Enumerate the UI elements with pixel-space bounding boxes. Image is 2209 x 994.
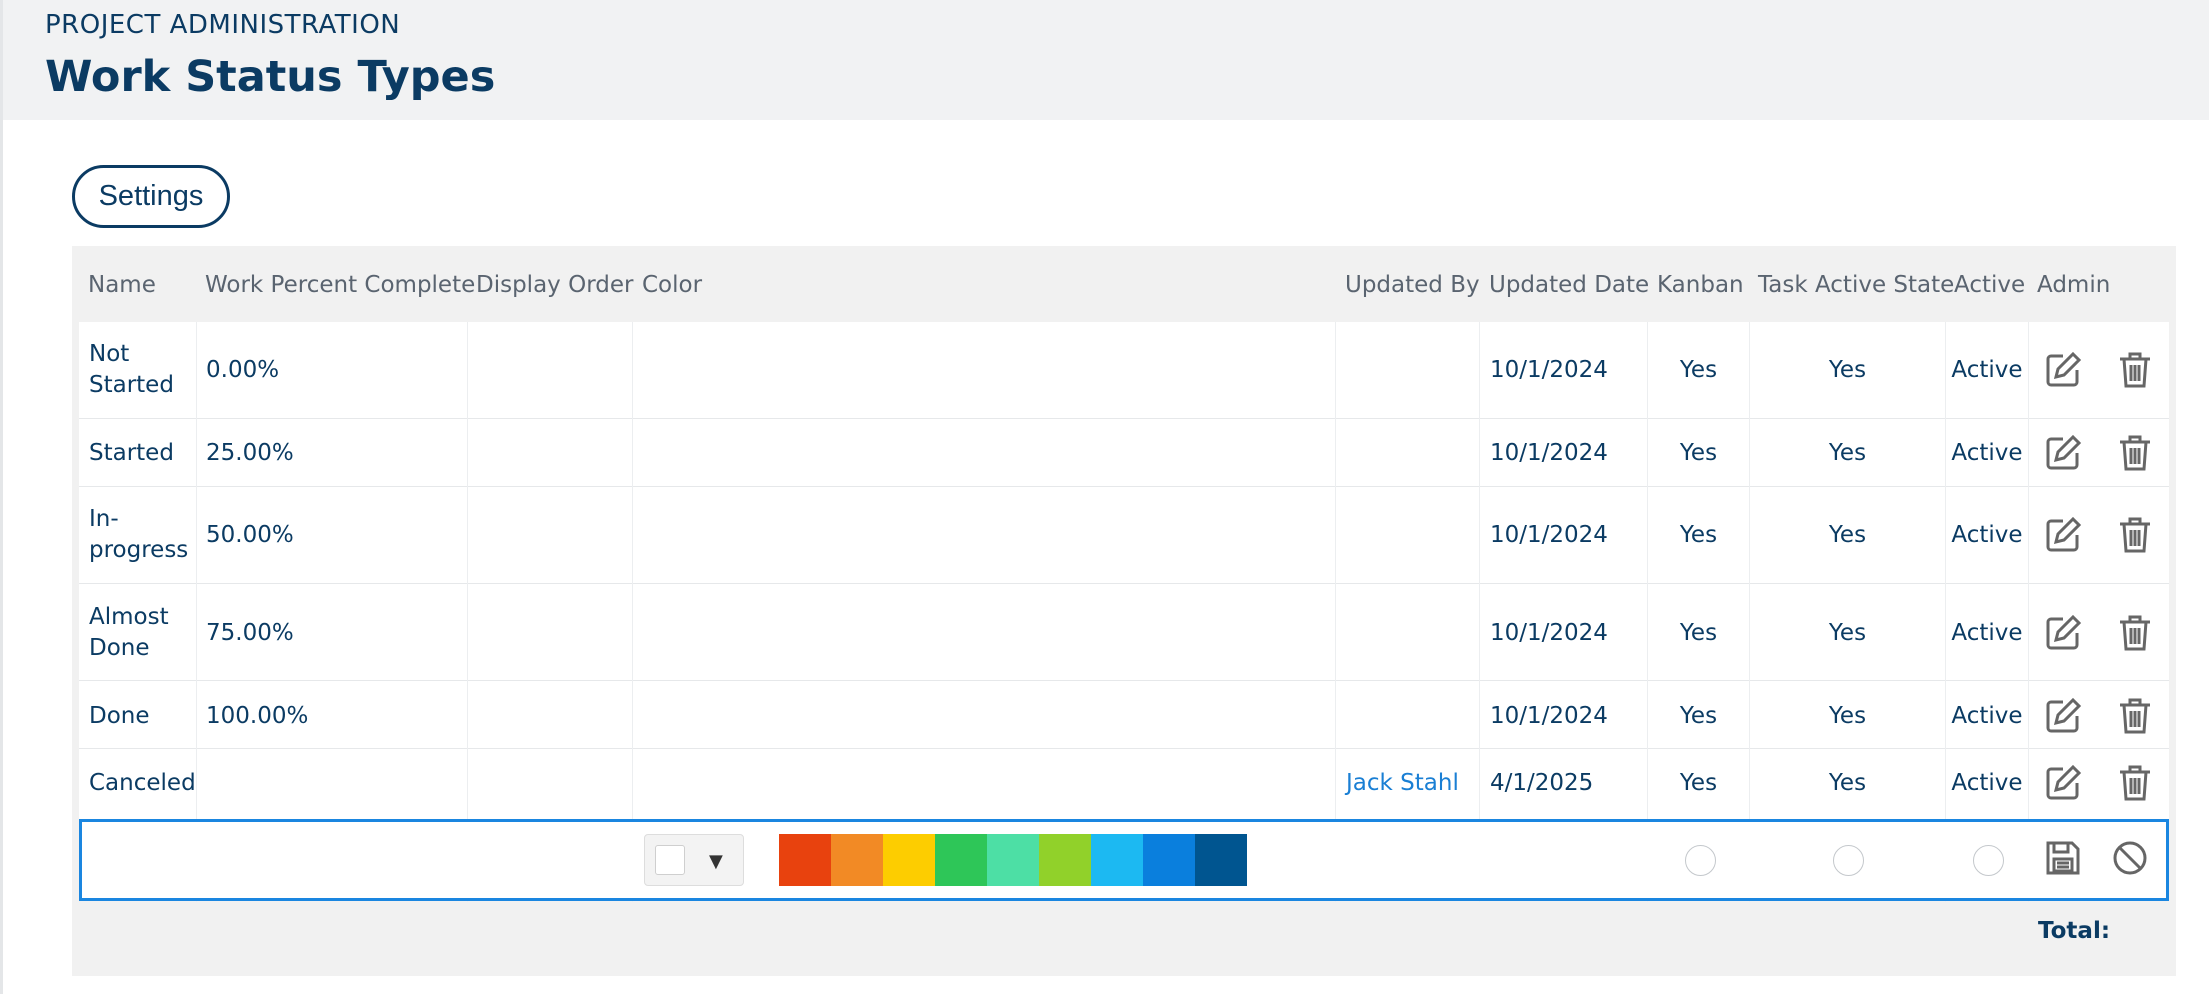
cell-name: In- progress [89, 504, 188, 566]
color-swatch[interactable] [779, 834, 831, 886]
cell-task-active: Yes [1828, 440, 1867, 466]
name-line: In- [89, 506, 119, 532]
cell-active: Active [1951, 620, 2023, 646]
cell-kanban: Yes [1679, 522, 1718, 548]
name-line: Not [89, 341, 130, 367]
cell-active: Active [1951, 440, 2023, 466]
col-header-admin: Admin [2037, 272, 2111, 298]
data-grid [79, 322, 2169, 819]
cancel-icon[interactable] [2110, 838, 2150, 878]
cell-task-active: Yes [1828, 620, 1867, 646]
edit-icon[interactable] [2043, 515, 2083, 555]
left-border [0, 120, 3, 994]
cell-percent: 75.00% [206, 620, 294, 646]
cell-percent: 100.00% [206, 703, 309, 729]
color-swatch[interactable] [1091, 834, 1143, 886]
cell-active: Active [1951, 703, 2023, 729]
trash-icon[interactable] [2115, 515, 2155, 555]
cell-percent: 0.00% [206, 357, 280, 383]
color-swatch[interactable] [1143, 834, 1195, 886]
name-line: Almost [89, 604, 169, 630]
cell-task-active: Yes [1828, 703, 1867, 729]
column-divider [1749, 322, 1750, 902]
column-divider [2028, 322, 2029, 902]
cell-name: Started [89, 440, 174, 466]
page-header: PROJECT ADMINISTRATION Work Status Types [0, 0, 2209, 120]
col-header-name[interactable]: Name [88, 272, 156, 298]
cell-updated-date: 10/1/2024 [1490, 440, 1608, 466]
column-divider [1945, 322, 1946, 902]
cell-kanban: Yes [1679, 440, 1718, 466]
cell-percent: 50.00% [206, 522, 294, 548]
cell-updated-date: 10/1/2024 [1490, 357, 1608, 383]
cell-percent: 25.00% [206, 440, 294, 466]
active-radio[interactable] [1973, 845, 2004, 876]
cell-name: Not Started [89, 339, 174, 401]
col-header-task-active-state[interactable]: Task Active State [1758, 272, 1954, 298]
trash-icon[interactable] [2115, 696, 2155, 736]
name-line: Started [89, 372, 174, 398]
section-label: PROJECT ADMINISTRATION [45, 10, 401, 40]
column-divider [196, 322, 197, 902]
col-header-kanban[interactable]: Kanban [1657, 272, 1744, 298]
col-header-color[interactable]: Color [642, 272, 702, 298]
cell-task-active: Yes [1828, 522, 1867, 548]
save-icon[interactable] [2043, 838, 2083, 878]
cell-updated-date: 4/1/2025 [1490, 770, 1594, 796]
cell-active: Active [1951, 522, 2023, 548]
col-header-updated-date[interactable]: Updated Date [1489, 272, 1649, 298]
column-divider [1335, 322, 1336, 902]
cell-name: Canceled [89, 770, 196, 796]
color-swatch[interactable] [935, 834, 987, 886]
col-header-updated-by[interactable]: Updated By [1345, 272, 1480, 298]
edit-icon[interactable] [2043, 696, 2083, 736]
cell-active: Active [1951, 357, 2023, 383]
col-header-work-percent[interactable]: Work Percent Complete [205, 272, 475, 298]
edit-icon[interactable] [2043, 433, 2083, 473]
color-swatch[interactable] [831, 834, 883, 886]
cell-kanban: Yes [1679, 770, 1718, 796]
color-picker-dropdown[interactable]: ▼ [644, 834, 744, 886]
cell-task-active: Yes [1828, 770, 1867, 796]
color-swatch[interactable] [1195, 834, 1247, 886]
cell-updated-date: 10/1/2024 [1490, 522, 1608, 548]
trash-icon[interactable] [2115, 350, 2155, 390]
col-header-display-order[interactable]: Display Order [476, 272, 633, 298]
cell-updated-date: 10/1/2024 [1490, 620, 1608, 646]
col-header-active[interactable]: Active [1954, 272, 2025, 298]
cell-kanban: Yes [1679, 620, 1718, 646]
color-palette [779, 834, 1247, 886]
selected-color-swatch [655, 845, 685, 875]
cell-task-active: Yes [1828, 357, 1867, 383]
name-line: Done [89, 635, 150, 661]
cell-kanban: Yes [1679, 357, 1718, 383]
task-active-radio[interactable] [1833, 845, 1864, 876]
cell-updated-date: 10/1/2024 [1490, 703, 1608, 729]
cell-active: Active [1951, 770, 2023, 796]
cell-name: Done [89, 703, 150, 729]
kanban-radio[interactable] [1685, 845, 1716, 876]
trash-icon[interactable] [2115, 433, 2155, 473]
updated-by-link[interactable]: Jack Stahl [1346, 768, 1459, 799]
trash-icon[interactable] [2115, 763, 2155, 803]
edit-icon[interactable] [2043, 350, 2083, 390]
color-swatch[interactable] [1039, 834, 1091, 886]
color-swatch[interactable] [883, 834, 935, 886]
column-divider [467, 322, 468, 902]
column-divider [1479, 322, 1480, 902]
edit-icon[interactable] [2043, 763, 2083, 803]
total-label: Total: [2038, 918, 2111, 944]
name-line: progress [89, 537, 189, 563]
page-title: Work Status Types [45, 52, 496, 102]
cell-name: Almost Done [89, 602, 169, 664]
settings-button[interactable]: Settings [72, 165, 230, 228]
color-swatch[interactable] [987, 834, 1039, 886]
column-divider [1647, 322, 1648, 902]
column-divider [632, 322, 633, 902]
edit-icon[interactable] [2043, 613, 2083, 653]
caret-down-icon: ▼ [709, 851, 723, 872]
cell-kanban: Yes [1679, 703, 1718, 729]
trash-icon[interactable] [2115, 613, 2155, 653]
